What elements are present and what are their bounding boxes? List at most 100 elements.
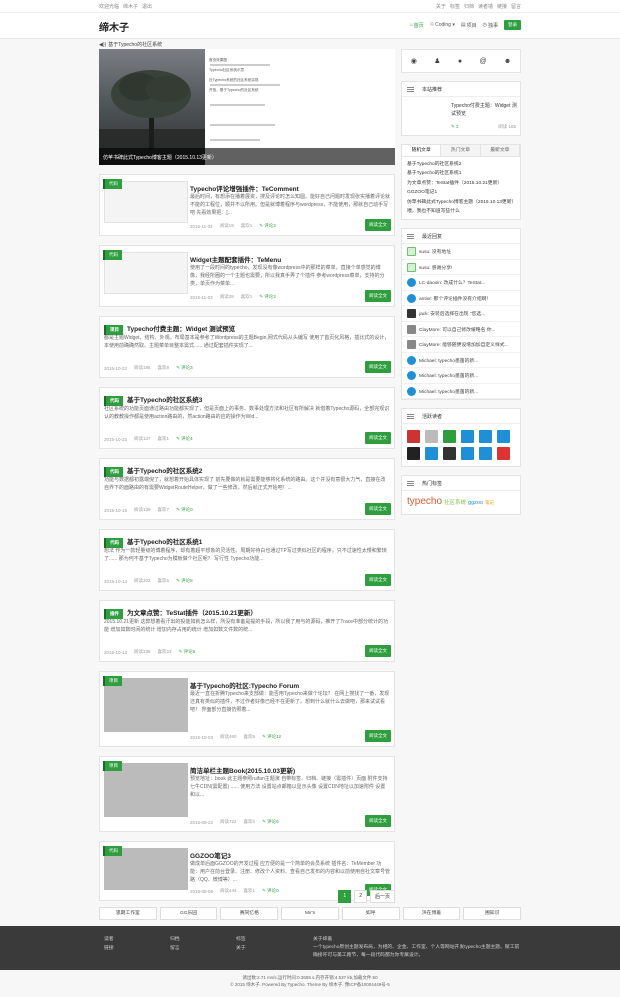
friend-link[interactable]: GG乐园 [159,907,218,920]
nav-stories[interactable]: ◷ 独事 [483,22,498,29]
list-item[interactable]: 仿苹书碑此式Typecho博客主题（2015.10.13更新） [407,198,516,207]
friend-link[interactable]: 思期工作室 [99,907,157,920]
tag-link[interactable]: ggzoo [468,500,483,506]
list-item[interactable]: 基于Typecho的社区系统1 [407,169,515,178]
avatar[interactable] [407,430,420,444]
post-comments[interactable]: ✎ 评论0 [262,888,279,894]
post-comments[interactable]: ✎ 评论3 [259,223,276,229]
page-2[interactable]: 2 [354,890,367,903]
featured-slider[interactable]: 首页效果图 Typecho社区系统示意 社Typecho系统的社区系统实现 开放… [99,49,395,165]
post-title[interactable]: GGZOO笔记3 [190,850,231,860]
tag-link[interactable]: 社区系统 [444,500,466,506]
group-icon[interactable]: ☻ [504,58,511,65]
post-comments[interactable]: ✎ 评论8 [176,578,193,584]
post-comments[interactable]: ✎ 评论3 [176,365,193,371]
footer-link[interactable]: 链接 [104,944,114,953]
post-title[interactable]: 基于Typecho的社区:Typecho Forum [190,680,299,690]
read-more-button[interactable]: 阅读全文 [365,503,391,515]
slider-caption[interactable]: 仿苹书碑此式Typecho博客主题（2015.10.13更新） [99,148,395,165]
avatar[interactable] [407,447,420,461]
post-title[interactable]: 基于Typecho的社区系统2 [127,468,202,475]
comment-item[interactable]: jack: 安装后选择在出现 "您选... [402,306,520,322]
post-title[interactable]: Typecho评论增强插件：TeComment [190,183,299,193]
avatar[interactable] [425,430,438,444]
read-more-button[interactable]: 阅读全文 [365,290,391,302]
post-comments[interactable]: ✎ 评论6 [179,649,196,655]
top-link-tags[interactable]: 标签 [450,4,460,10]
avatar[interactable] [425,447,438,461]
comment-item[interactable]: Michael: typecho墨菌的新... [402,353,520,369]
friend-link[interactable]: 浜在博着 [402,907,461,920]
list-item[interactable]: 喂，我也不知道写些什么 [407,207,515,216]
post-comments[interactable]: ✎ 评论0 [176,507,193,513]
top-link-links[interactable]: 链接 [497,4,507,10]
post-title[interactable]: Widget主题配套插件：TeMenu [190,254,281,264]
site-logo[interactable]: 缔木子 [99,19,129,34]
avatar[interactable] [443,447,456,461]
tab-latest[interactable]: 最新文章 [480,145,520,156]
logout-link[interactable]: 退出 [142,4,152,10]
comment-item[interactable]: susu: 感谢分享! [402,260,520,276]
comment-item[interactable]: Michael: typecho墨菌的新... [402,368,520,384]
username-link[interactable]: 缔木子 [123,4,138,10]
tag-link[interactable]: 笔记 [485,500,494,505]
qq-icon[interactable]: ♟ [434,57,440,65]
avatar[interactable] [443,430,456,444]
footer-link[interactable]: 关于 [236,944,246,953]
nav-coding[interactable]: ☉ Coding ▾ [430,22,455,28]
avatar[interactable] [497,430,510,444]
footer-link[interactable]: 读者 [104,935,114,944]
post-title[interactable]: 基于Typecho的社区系统3 [127,397,202,404]
login-button[interactable]: 登录 [504,20,521,30]
read-more-button[interactable]: 阅读全文 [365,730,391,742]
comment-item[interactable]: ClayMore: 能够随便设增加加自定义样式... [402,337,520,353]
list-item[interactable]: 基于Typecho的社区系统2 [407,160,515,169]
comment-item[interactable]: susu: 没有地址 [402,244,520,260]
post-comments[interactable]: ✎ 评论6 [262,819,279,825]
read-more-button[interactable]: 阅读全文 [365,432,391,444]
friend-link[interactable]: Mir's [281,907,339,920]
list-item[interactable]: 为文章点赞：TeStat插件（2015.10.21更新） [407,179,515,188]
list-item[interactable]: GGZOO笔记1 [407,188,515,197]
category-badge[interactable]: 代码 [103,179,122,189]
next-page-link[interactable]: 后一页 [369,890,395,903]
weibo-icon[interactable]: ◉ [411,57,417,65]
post-title[interactable]: 基于Typecho的社区系统1 [127,539,202,546]
friend-link[interactable]: 赛同忆格 [220,907,279,920]
read-more-button[interactable]: 阅读全文 [365,361,391,373]
read-more-button[interactable]: 阅读全文 [365,645,391,657]
top-link-guestbook[interactable]: 留言 [511,4,521,10]
nav-projects[interactable]: ▤ 项目 [461,22,477,29]
announcement-text[interactable]: 基于Typecho的社区系统 [108,41,162,48]
footer-link[interactable]: 留言 [170,944,180,953]
email-icon[interactable]: @ [479,58,486,65]
category-badge[interactable]: 项目 [103,761,122,771]
category-badge[interactable]: 项目 [103,676,122,686]
top-link-archive[interactable]: 归档 [464,4,474,10]
top-link-about[interactable]: 关于 [436,4,446,10]
post-thumbnail[interactable] [104,678,188,732]
github-icon[interactable]: ● [458,58,462,65]
comment-item[interactable]: ClayMore: 可以自己修改缓略名 你... [402,322,520,338]
footer-link[interactable]: 标签 [236,935,246,944]
avatar[interactable] [461,447,474,461]
post-title[interactable]: 简洁单栏主题Book(2015.10.03更新) [190,765,295,775]
avatar[interactable] [497,447,510,461]
nav-home[interactable]: ⌂ 首页 [410,22,424,29]
tab-random[interactable]: 随机文章 [402,145,442,156]
post-thumbnail[interactable] [104,763,188,817]
read-more-button[interactable]: 阅读全文 [365,219,391,231]
post-title[interactable]: Typecho付费主题：Widget 测试预览 [127,326,235,333]
friend-link[interactable]: 如呼 [341,907,400,920]
post-comments[interactable]: ✎ 评论4 [176,436,193,442]
tag-link[interactable]: typecho [407,496,442,507]
page-1[interactable]: 1 [338,890,352,903]
post-comments[interactable]: ✎ 评论3 [259,294,276,300]
avatar[interactable] [479,447,492,461]
footer-link[interactable]: 归档 [170,935,180,944]
top-link-readers[interactable]: 读者墙 [478,4,493,10]
category-badge[interactable]: 代码 [103,250,122,260]
post-comments[interactable]: ✎ 评论12 [262,734,281,740]
tab-popular[interactable]: 热门文章 [441,145,481,156]
recommend-item-title[interactable]: Typecho付费主题：Widget 测试预览 [451,103,519,118]
